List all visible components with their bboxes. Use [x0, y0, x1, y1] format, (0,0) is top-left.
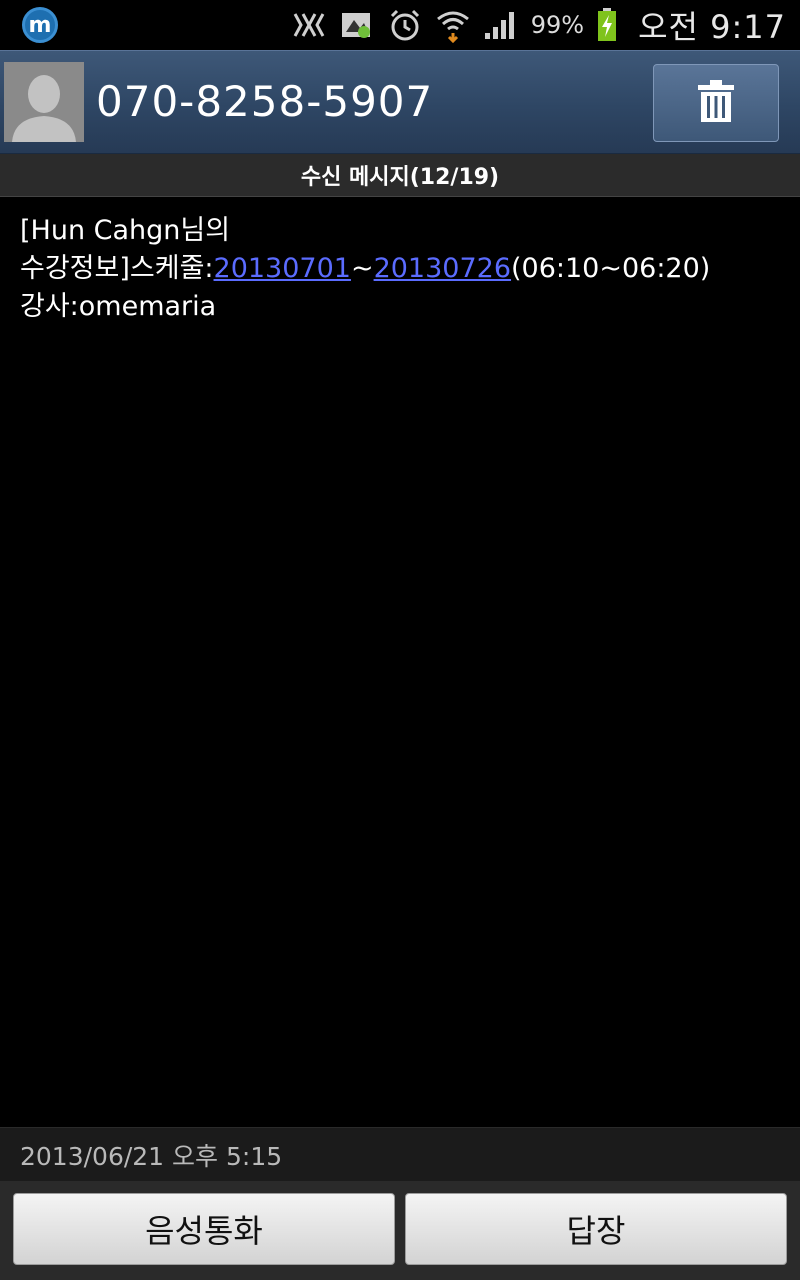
trash-icon [696, 79, 736, 127]
delete-button[interactable] [653, 64, 779, 142]
battery-percent: 99% [530, 11, 585, 39]
message-line-3: 강사:omemaria [20, 291, 217, 322]
sim-icon [339, 7, 375, 43]
notification-icon-label: m [28, 12, 52, 38]
battery-charging-icon [596, 7, 618, 43]
date-link-end[interactable]: 20130726 [374, 253, 511, 284]
status-icons: 99% 오전 9:17 [291, 2, 786, 48]
signal-icon [483, 7, 519, 43]
date-link-start[interactable]: 20130701 [214, 253, 351, 284]
status-bar: m 99% 오전 9:17 [0, 0, 800, 50]
message-body: [Hun Cahgn님의 수강정보]스케줄:20130701~20130726(… [20, 212, 780, 326]
action-bar: 음성통화 답장 [0, 1181, 800, 1280]
message-time-range: (06:10~06:20) [511, 253, 711, 284]
clock: 오전 9:17 [638, 8, 786, 46]
messenger-notification-icon: m [22, 7, 58, 43]
message-schedule-prefix: 수강정보]스케줄: [20, 253, 214, 284]
message-line-1: [Hun Cahgn님의 [20, 215, 231, 246]
wifi-icon [435, 7, 471, 43]
reply-button[interactable]: 답장 [405, 1193, 787, 1265]
default-contact-icon[interactable] [4, 62, 84, 142]
message-line-2: 수강정보]스케줄:20130701~20130726(06:10~06:20) [20, 250, 780, 288]
voice-call-button[interactable]: 음성통화 [13, 1193, 395, 1265]
contact-number: 070-8258-5907 [96, 77, 434, 126]
nfc-icon [291, 7, 327, 43]
message-counter-title: 수신 메시지(12/19) [300, 165, 500, 190]
timestamp-bar: 2013/06/21 오후 5:15 [0, 1127, 800, 1181]
message-timestamp: 2013/06/21 오후 5:15 [20, 1141, 283, 1171]
alarm-icon [387, 7, 423, 43]
conversation-header: 070-8258-5907 [0, 50, 800, 154]
date-separator: ~ [350, 253, 374, 284]
message-counter-bar: 수신 메시지(12/19) [0, 154, 800, 197]
